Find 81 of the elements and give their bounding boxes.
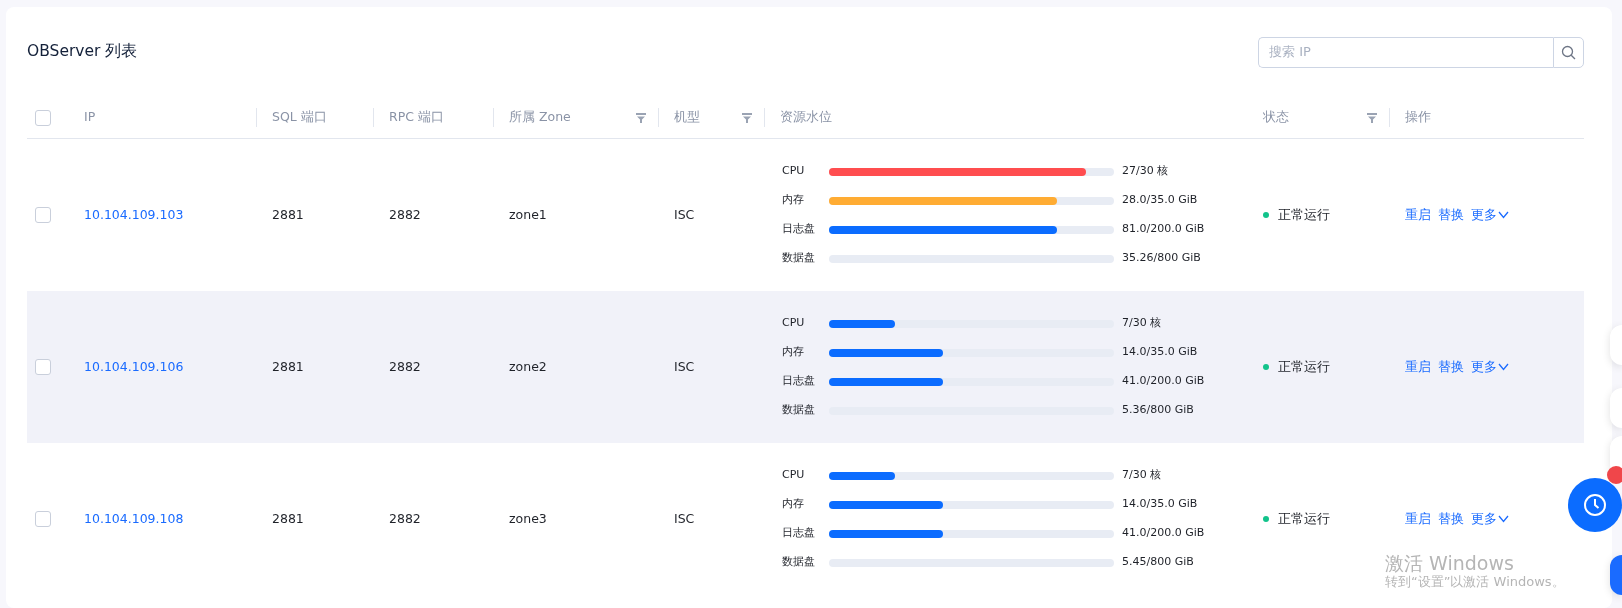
- filter-icon[interactable]: [742, 112, 752, 123]
- ip-link[interactable]: 10.104.109.108: [84, 510, 184, 526]
- status-dot: [1263, 516, 1269, 522]
- column-header: 资源水位: [780, 108, 832, 127]
- usage-reading: 27/30 核: [1122, 163, 1169, 180]
- filter-icon[interactable]: [636, 112, 646, 123]
- resource-label: 内存: [782, 344, 805, 361]
- usage-reading: 35.26/800 GiB: [1122, 250, 1201, 267]
- floating-button[interactable]: [1610, 555, 1622, 595]
- page-title: OBServer 列表: [27, 41, 138, 63]
- resource-label: CPU: [782, 315, 806, 332]
- action-link[interactable]: 重启: [1405, 509, 1431, 529]
- resource-label: 内存: [782, 192, 805, 209]
- ip-link[interactable]: 10.104.109.106: [84, 358, 184, 374]
- column-header: SQL 端口: [272, 108, 327, 127]
- action-link[interactable]: 重启: [1405, 357, 1431, 377]
- activation-title: 激活 Windows: [1385, 553, 1515, 575]
- activation-text: 转到“设置”以激活 Windows。: [1385, 574, 1565, 590]
- search-button[interactable]: [1553, 36, 1584, 68]
- column-header: 状态: [1263, 108, 1289, 127]
- action-link[interactable]: 替换: [1438, 205, 1464, 225]
- usage-reading: 5.36/800 GiB: [1122, 402, 1194, 419]
- table-cell: zone2: [509, 358, 547, 374]
- status-dot: [1263, 212, 1269, 218]
- action-link[interactable]: 更多: [1471, 357, 1509, 377]
- table-cell: 2882: [389, 358, 421, 374]
- notification-badge: [1607, 466, 1622, 484]
- chevron-down-icon: [1498, 363, 1509, 371]
- usage-reading: 41.0/200.0 GiB: [1122, 373, 1205, 390]
- table-cell: 2881: [272, 358, 304, 374]
- status-text: 正常运行: [1278, 205, 1330, 224]
- search-icon: [1561, 44, 1576, 60]
- action-link[interactable]: 替换: [1438, 509, 1464, 529]
- usage-reading: 81.0/200.0 GiB: [1122, 221, 1205, 238]
- select-all-checkbox[interactable]: [35, 109, 51, 126]
- status-dot: [1263, 364, 1269, 370]
- table-cell: ISC: [674, 510, 695, 526]
- table-cell: zone1: [509, 206, 547, 222]
- row-checkbox[interactable]: [35, 359, 51, 375]
- usage-reading: 28.0/35.0 GiB: [1122, 192, 1198, 209]
- usage-reading: 5.45/800 GiB: [1122, 554, 1194, 571]
- table-cell: zone3: [509, 510, 547, 526]
- search-field[interactable]: 搜索 IP: [1258, 36, 1553, 68]
- row-checkbox[interactable]: [35, 207, 51, 223]
- table-cell: 2881: [272, 206, 304, 222]
- resource-label: 日志盘: [782, 525, 816, 542]
- resource-label: 数据盘: [782, 402, 816, 419]
- resource-label: 数据盘: [782, 250, 816, 267]
- usage-reading: 7/30 核: [1122, 315, 1162, 332]
- column-header: 操作: [1405, 108, 1431, 127]
- status-text: 正常运行: [1278, 357, 1330, 376]
- column-header: RPC 端口: [389, 108, 444, 127]
- status-text: 正常运行: [1278, 509, 1330, 528]
- table-cell: ISC: [674, 358, 695, 374]
- usage-reading: 14.0/35.0 GiB: [1122, 344, 1198, 361]
- column-header: 所属 Zone: [509, 108, 571, 127]
- table-cell: 2882: [389, 206, 421, 222]
- table-cell: 2881: [272, 510, 304, 526]
- usage-reading: 14.0/35.0 GiB: [1122, 496, 1198, 513]
- resource-label: CPU: [782, 467, 806, 484]
- usage-reading: 7/30 核: [1122, 467, 1162, 484]
- resource-label: 日志盘: [782, 373, 816, 390]
- table-cell: ISC: [674, 206, 695, 222]
- chevron-down-icon: [1498, 211, 1509, 219]
- action-link[interactable]: 重启: [1405, 205, 1431, 225]
- column-header: 机型: [674, 108, 700, 127]
- chevron-down-icon: [1498, 515, 1509, 523]
- ip-link[interactable]: 10.104.109.103: [84, 206, 184, 222]
- clock-icon: [1583, 493, 1607, 517]
- resource-label: 日志盘: [782, 221, 816, 238]
- action-link[interactable]: 更多: [1471, 205, 1509, 225]
- resource-label: 数据盘: [782, 554, 816, 571]
- action-link[interactable]: 替换: [1438, 357, 1464, 377]
- resource-label: CPU: [782, 163, 806, 180]
- resource-label: 内存: [782, 496, 805, 513]
- action-link[interactable]: 更多: [1471, 509, 1509, 529]
- filter-icon[interactable]: [1367, 112, 1377, 123]
- table-cell: 2882: [389, 510, 421, 526]
- usage-reading: 41.0/200.0 GiB: [1122, 525, 1205, 542]
- row-checkbox[interactable]: [35, 511, 51, 527]
- column-header: IP: [84, 108, 96, 127]
